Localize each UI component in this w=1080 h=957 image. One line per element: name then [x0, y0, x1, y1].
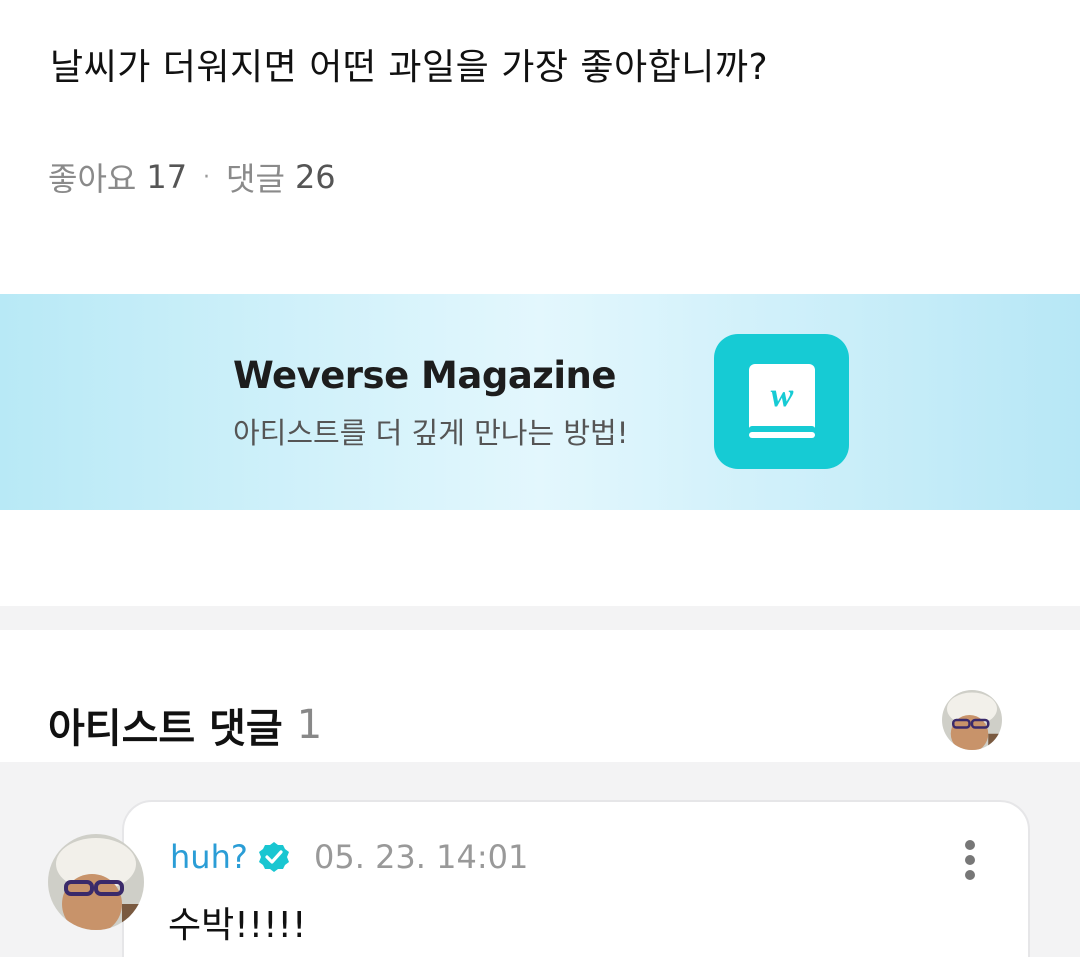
- post-stats: 좋아요 17 · 댓글 26: [48, 154, 336, 200]
- banner-title: Weverse Magazine: [233, 354, 616, 397]
- comments-label: 댓글: [226, 160, 285, 198]
- comment-author-avatar[interactable]: [48, 834, 144, 930]
- more-options-icon[interactable]: [958, 838, 982, 882]
- verified-badge-icon: [258, 842, 289, 872]
- artist-comments-header: 아티스트 댓글 1: [48, 696, 322, 754]
- comment-author[interactable]: huh?: [170, 838, 290, 876]
- comment-timestamp: 05. 23. 14:01: [314, 838, 529, 876]
- svg-text:w: w: [771, 377, 794, 414]
- artist-avatar[interactable]: [942, 690, 1002, 750]
- comment-text: 수박!!!!!: [168, 905, 307, 946]
- banner-subtitle: 아티스트를 더 깊게 만나는 방법!: [233, 416, 629, 450]
- post-title: 날씨가 더워지면 어떤 과일을 가장 좋아합니까?: [50, 47, 769, 88]
- separator-dot: ·: [203, 164, 211, 190]
- comments-count: 26: [294, 158, 336, 196]
- artist-avatar-image: [942, 690, 1002, 750]
- comment-avatar-image: [48, 834, 144, 930]
- weverse-magazine-banner[interactable]: [0, 294, 1080, 510]
- likes-count: 17: [146, 158, 188, 196]
- artist-comments-count: 1: [296, 702, 323, 748]
- artist-comments-title: 아티스트 댓글: [48, 706, 283, 752]
- section-divider: [0, 606, 1080, 630]
- weverse-magazine-app-icon[interactable]: w: [714, 334, 849, 469]
- comment-author-name: huh?: [170, 838, 248, 876]
- likes-label: 좋아요: [48, 160, 137, 198]
- book-icon: w: [749, 364, 815, 438]
